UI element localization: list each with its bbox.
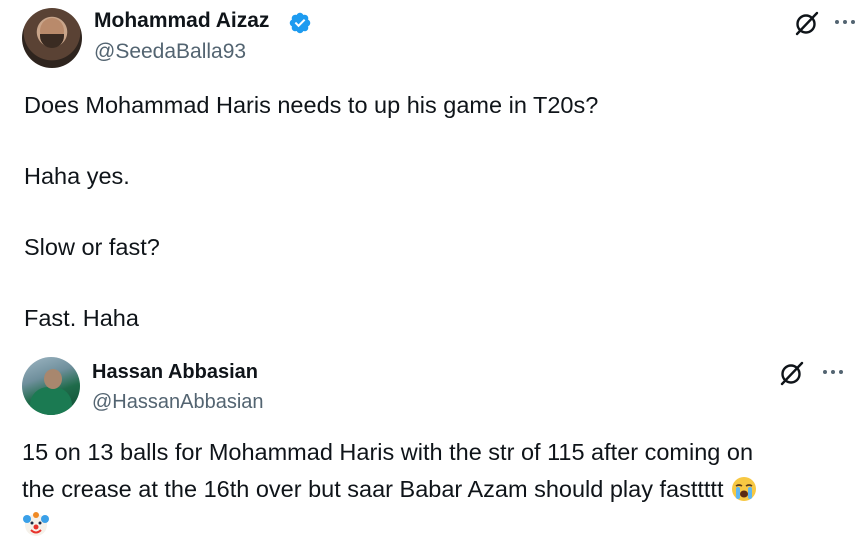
author-name[interactable]: Mohammad Aizaz — [94, 9, 269, 33]
avatar[interactable] — [22, 8, 82, 68]
tweet-text-line: the crease at the 16th over but saar Bab… — [22, 475, 758, 503]
author-handle[interactable]: @HassanAbbasian — [92, 391, 264, 414]
verified-badge-icon — [289, 12, 311, 34]
loudly-crying-face-emoji — [732, 477, 757, 501]
tweet-mohammad-aizaz[interactable]: Mohammad Aizaz @SeedaBalla93 Does Mohamm… — [0, 0, 864, 345]
tweet-text-paragraph: Slow or fast? — [24, 234, 160, 260]
clown-face-emoji — [23, 512, 49, 536]
avatar-beard — [40, 34, 64, 48]
author-name[interactable]: Hassan Abbasian — [92, 361, 258, 384]
avatar-jersey — [30, 387, 72, 415]
grok-icon[interactable] — [792, 8, 822, 38]
tweet-text-paragraph: Does Mohammad Haris needs to up his game… — [24, 92, 599, 118]
grok-icon[interactable] — [777, 358, 807, 388]
avatar-face — [44, 369, 62, 389]
avatar[interactable] — [22, 357, 80, 415]
author-handle[interactable]: @SeedaBalla93 — [94, 40, 246, 64]
tweet-text-paragraph: Fast. Haha — [24, 305, 139, 331]
tweet-text-line-content: the crease at the 16th over but saar Bab… — [22, 476, 724, 502]
more-icon[interactable] — [818, 362, 848, 382]
tweet-text-line: 15 on 13 balls for Mohammad Haris with t… — [22, 439, 754, 465]
more-icon[interactable] — [830, 12, 860, 32]
tweet-hassan-abbasian[interactable]: Hassan Abbasian @HassanAbbasian 15 on 13… — [0, 345, 864, 540]
tweet-text-paragraph: Haha yes. — [24, 163, 130, 189]
